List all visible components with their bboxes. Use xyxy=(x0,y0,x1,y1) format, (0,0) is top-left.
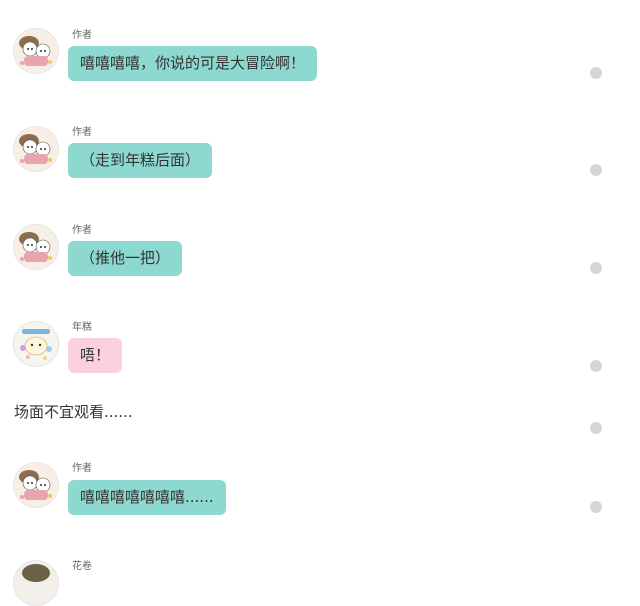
narration-text[interactable]: 场面不宜观看...... xyxy=(14,402,133,422)
niangao-avatar[interactable] xyxy=(13,321,59,367)
message-status-dot[interactable] xyxy=(590,262,602,274)
message-bubble[interactable]: 唔！ xyxy=(68,338,123,373)
author-avatar-image xyxy=(14,225,58,269)
message-status-dot[interactable] xyxy=(590,164,602,176)
speaker-name: 作者 xyxy=(72,30,92,41)
message-status-dot[interactable] xyxy=(590,422,602,434)
niangao-avatar-image xyxy=(14,322,58,366)
message-bubble[interactable]: 嘻嘻嘻嘻嘻嘻嘻...... xyxy=(68,480,226,515)
author-avatar[interactable] xyxy=(13,462,59,508)
author-avatar[interactable] xyxy=(13,126,59,172)
message-status-dot[interactable] xyxy=(590,67,602,79)
speaker-name: 年糕 xyxy=(72,322,92,333)
author-avatar-image xyxy=(14,463,58,507)
speaker-name: 作者 xyxy=(72,463,92,474)
author-avatar[interactable] xyxy=(13,224,59,270)
message-status-dot[interactable] xyxy=(590,360,602,372)
message-status-dot[interactable] xyxy=(590,501,602,513)
huajuan-avatar-image xyxy=(14,561,58,605)
message-bubble[interactable]: 嘻嘻嘻嘻，你说的可是大冒险啊！ xyxy=(68,46,318,81)
message-bubble[interactable]: （推他一把） xyxy=(68,241,183,276)
speaker-name: 花卷 xyxy=(72,561,92,572)
message-bubble[interactable]: （走到年糕后面） xyxy=(68,143,213,178)
author-avatar[interactable] xyxy=(13,28,59,74)
author-avatar-image xyxy=(14,29,58,73)
author-avatar-image xyxy=(14,127,58,171)
speaker-name: 作者 xyxy=(72,225,92,236)
speaker-name: 作者 xyxy=(72,127,92,138)
huajuan-avatar[interactable] xyxy=(13,560,59,606)
